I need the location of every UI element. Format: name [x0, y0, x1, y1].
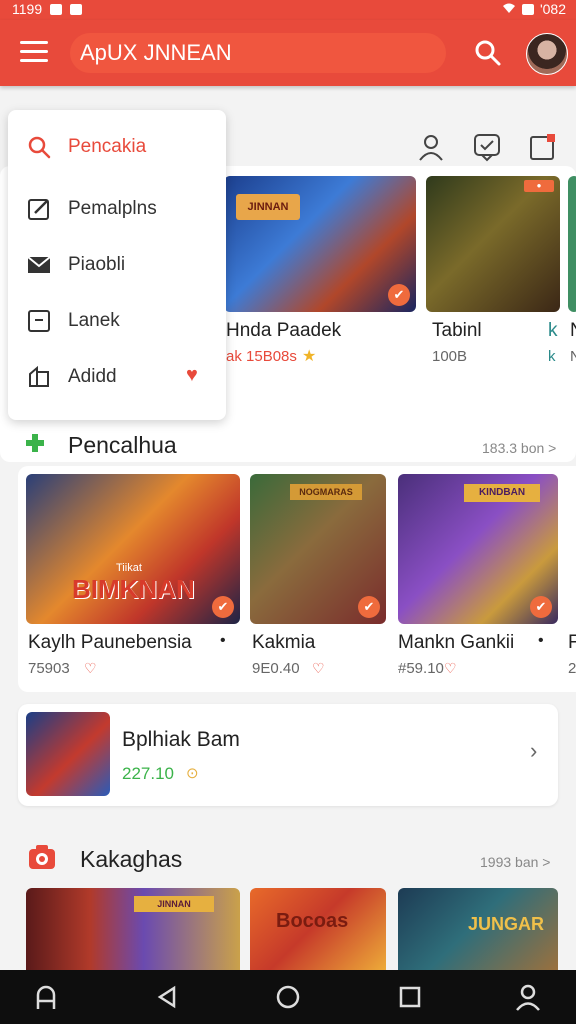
- promo-title: Bplhiak Bam: [122, 728, 240, 751]
- edit-icon: [26, 196, 52, 222]
- dropdown-menu: Pencakia Pemalplns Piaobli Lanek Adidd ♥: [8, 110, 226, 420]
- battery-level: '082: [539, 1, 566, 17]
- menu-item-mail[interactable]: Piaobli: [8, 240, 226, 292]
- section2-thumb-2[interactable]: Bocoas: [250, 888, 386, 970]
- thumb-logo: Bocoas: [276, 910, 349, 932]
- mail-icon: [70, 3, 83, 15]
- section1-thumb-1[interactable]: Tiikat BIMKNAN ✔: [26, 474, 240, 624]
- thumb-logo: JINNAN: [236, 194, 300, 220]
- profile-icon[interactable]: [514, 983, 542, 1011]
- thumb-logo: NOGMARAS: [290, 484, 362, 500]
- avatar[interactable]: [526, 33, 568, 75]
- notification-icon: [50, 3, 63, 15]
- menu-item-label: Pemalplns: [68, 198, 157, 219]
- top-card-title-1: Hnda Paadek: [226, 320, 342, 341]
- heart-outline-icon: ♡: [84, 660, 97, 676]
- wifi-icon: [502, 1, 516, 17]
- menu-item-label: Adidd: [68, 366, 117, 387]
- section2-thumb-1[interactable]: JINNAN: [26, 888, 240, 970]
- section1-sub-2: 9E0.40: [252, 660, 300, 677]
- top-card-title-2: Tabinl: [432, 320, 482, 341]
- user-icon[interactable]: [416, 132, 446, 162]
- section-title-1: Pencalhua: [68, 432, 177, 458]
- archive-icon: [26, 308, 52, 334]
- menu-item-edit[interactable]: Pemalplns: [8, 184, 226, 236]
- plus-icon: [24, 432, 46, 454]
- inbox-icon[interactable]: [528, 132, 558, 162]
- app-bar: ApUX JNNEAN: [0, 20, 576, 86]
- more-dot-icon[interactable]: •: [220, 632, 226, 650]
- section1-title-3: Mankn Gankii: [398, 632, 515, 653]
- thumb-logo: KINDBAN: [464, 484, 540, 502]
- section1-title-1: Kaylh Paunebensia: [28, 632, 192, 653]
- section1-sub-1: 75903: [28, 660, 70, 677]
- section1-title-4: F: [568, 632, 576, 653]
- menu-item-label: Piaobli: [68, 254, 126, 275]
- search-icon[interactable]: [472, 37, 504, 69]
- heart-outline-icon: ♡: [444, 660, 457, 676]
- chat-icon[interactable]: [472, 132, 502, 162]
- heart-outline-icon: ♡: [312, 660, 325, 676]
- section1-thumb-2[interactable]: NOGMARAS ✔: [250, 474, 386, 624]
- top-card-sub-2: 100B: [432, 348, 468, 365]
- section1-sub-3: #59.10: [398, 660, 444, 677]
- section-title-2: Kakaghas: [80, 846, 183, 872]
- favorite-badge-icon: ✔: [212, 596, 234, 618]
- system-nav-bar: [0, 970, 576, 1024]
- coin-icon: ⊙: [186, 765, 199, 782]
- poster-caption: BIMKNAN: [72, 574, 195, 604]
- section-more-2[interactable]: 1993 ban >: [480, 854, 550, 870]
- menu-item-label: Pencakia: [68, 136, 147, 157]
- menu-item-archive[interactable]: Lanek: [8, 296, 226, 348]
- battery-icon: [521, 3, 534, 15]
- section1-thumb-3[interactable]: KINDBAN ✔: [398, 474, 558, 624]
- section1-sub-4: 2: [568, 660, 576, 677]
- menu-item-label: Lanek: [68, 310, 120, 331]
- more-dot-icon[interactable]: •: [538, 632, 544, 650]
- top-card-title-3: k: [548, 320, 558, 341]
- new-badge-icon: ●: [524, 180, 554, 192]
- star-icon: ★: [302, 348, 317, 365]
- favorite-badge-icon: ✔: [530, 596, 552, 618]
- poster-small-text: Tiikat: [116, 562, 142, 574]
- chevron-right-icon[interactable]: ›: [530, 738, 537, 764]
- favorite-badge-icon: ✔: [388, 284, 410, 306]
- promo-value: 227.10: [122, 764, 174, 783]
- top-game-thumb-2[interactable]: ●: [426, 176, 560, 312]
- section-more-1[interactable]: 183.3 bon >: [482, 440, 556, 456]
- accessibility-icon[interactable]: [32, 983, 60, 1011]
- favorite-badge-icon: ✔: [358, 596, 380, 618]
- home-icon[interactable]: [274, 983, 302, 1011]
- menu-icon[interactable]: [20, 41, 48, 65]
- bookmark-icon: [26, 364, 52, 390]
- menu-item-favorite[interactable]: Adidd ♥: [8, 352, 226, 404]
- recents-icon[interactable]: [396, 983, 424, 1011]
- status-bar: 1199 '082: [0, 0, 576, 20]
- thumb-logo: JUNGAR: [468, 914, 545, 934]
- promo-thumb: [26, 712, 110, 796]
- thumb-logo: JINNAN: [134, 896, 214, 912]
- mail-icon: [26, 252, 52, 278]
- top-game-thumb-1[interactable]: JINNAN ✔: [224, 176, 416, 312]
- back-icon[interactable]: [154, 983, 182, 1011]
- menu-item-search[interactable]: Pencakia: [8, 122, 226, 174]
- search-icon: [26, 134, 52, 160]
- top-card-sub-4: N: [570, 348, 576, 365]
- top-card-sub-3: k: [548, 348, 556, 365]
- top-card-sub-1: ak 15B08s: [226, 348, 297, 365]
- top-game-thumb-3[interactable]: [568, 176, 576, 312]
- status-time: 1199: [12, 1, 43, 17]
- heart-icon: ♥: [186, 364, 198, 386]
- top-card-title-4: N: [570, 320, 576, 342]
- app-title-search[interactable]: ApUX JNNEAN: [70, 33, 446, 73]
- section1-title-2: Kakmia: [252, 632, 316, 653]
- camera-icon: [28, 844, 56, 870]
- section2-thumb-3[interactable]: JUNGAR: [398, 888, 558, 970]
